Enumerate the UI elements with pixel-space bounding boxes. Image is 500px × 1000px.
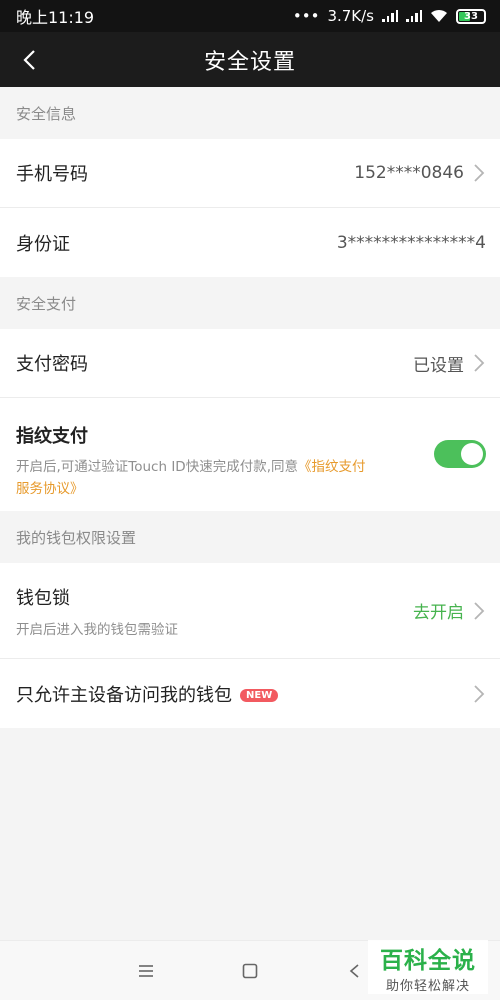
fingerprint-desc-text: 开启后,可通过验证Touch ID快速完成付款,同意 <box>16 459 298 475</box>
fingerprint-pay-row: 指纹支付 开启后,可通过验证Touch ID快速完成付款,同意《指纹支付服务协议… <box>0 398 500 511</box>
id-card-label: 身份证 <box>16 233 70 255</box>
battery-level: 33 <box>464 10 478 22</box>
battery-icon: 33 <box>456 8 486 24</box>
back-button[interactable] <box>14 32 44 87</box>
watermark-title: 百科全说 <box>380 947 476 974</box>
new-badge: NEW <box>240 688 279 702</box>
nav-bar: 安全设置 <box>0 32 500 87</box>
pay-password-row[interactable]: 支付密码 已设置 <box>0 329 500 398</box>
main-device-only-row[interactable]: 只允许主设备访问我的钱包 NEW <box>0 659 500 728</box>
fingerprint-pay-toggle[interactable] <box>434 440 486 468</box>
id-card-value: 3***************4 <box>336 232 486 253</box>
signal-icon <box>382 10 398 22</box>
pay-password-label: 支付密码 <box>16 354 88 375</box>
status-icons: ••• 3.7K/s 33 <box>293 7 486 25</box>
chevron-right-icon <box>474 684 485 703</box>
main-device-label-wrap: 只允许主设备访问我的钱包 NEW <box>16 681 279 707</box>
pay-password-value: 已设置 <box>413 355 464 376</box>
page-title: 安全设置 <box>203 49 296 75</box>
phone-row[interactable]: 手机号码 152****0846 <box>0 139 500 208</box>
more-dots-icon: ••• <box>292 7 320 25</box>
section-header-secure-payment: 安全支付 <box>0 277 500 329</box>
signal-icon-2 <box>406 10 422 22</box>
wallet-lock-label: 钱包锁 <box>16 587 70 609</box>
chevron-right-icon <box>474 354 485 372</box>
chevron-left-icon <box>23 49 35 70</box>
wifi-icon <box>431 9 447 22</box>
chevron-right-icon <box>474 601 485 620</box>
menu-icon <box>139 964 153 977</box>
chevron-right-icon <box>474 164 485 182</box>
home-button[interactable] <box>238 959 262 983</box>
security-info-group: 手机号码 152****0846 身份证 3***************4 <box>0 139 500 277</box>
fingerprint-pay-label: 指纹支付 <box>16 426 88 447</box>
section-header-wallet-permissions: 我的钱包权限设置 <box>0 511 500 563</box>
secure-payment-group: 支付密码 已设置 指纹支付 开启后,可通过验证Touch ID快速完成付款,同意… <box>0 329 500 511</box>
wallet-lock-sub: 开启后进入我的钱包需验证 <box>16 621 178 638</box>
menu-button[interactable] <box>134 959 158 983</box>
status-bar: 晚上11:19 ••• 3.7K/s 33 <box>0 0 500 32</box>
network-speed: 3.7K/s <box>327 7 374 25</box>
toggle-knob <box>461 443 483 465</box>
back-triangle-icon <box>349 963 359 978</box>
phone-label: 手机号码 <box>16 164 88 185</box>
phone-value: 152****0846 <box>354 163 464 183</box>
watermark-logo: 百科全说 助你轻松解决 <box>368 940 488 994</box>
back-nav-button[interactable] <box>342 959 366 983</box>
main-device-label: 只允许主设备访问我的钱包 <box>16 684 232 706</box>
wallet-permissions-group: 钱包锁 开启后进入我的钱包需验证 去开启 只允许主设备访问我的钱包 NEW <box>0 563 500 728</box>
wallet-lock-row[interactable]: 钱包锁 开启后进入我的钱包需验证 去开启 <box>0 563 500 659</box>
status-time: 晚上11:19 <box>16 8 95 27</box>
section-header-security-info: 安全信息 <box>0 87 500 139</box>
id-card-row: 身份证 3***************4 <box>0 208 500 277</box>
home-square-icon <box>242 963 258 978</box>
watermark-subtitle: 助你轻松解决 <box>385 978 470 994</box>
wallet-lock-action: 去开启 <box>413 603 464 623</box>
fingerprint-pay-desc: 开启后,可通过验证Touch ID快速完成付款,同意《指纹支付服务协议》 <box>16 456 366 500</box>
